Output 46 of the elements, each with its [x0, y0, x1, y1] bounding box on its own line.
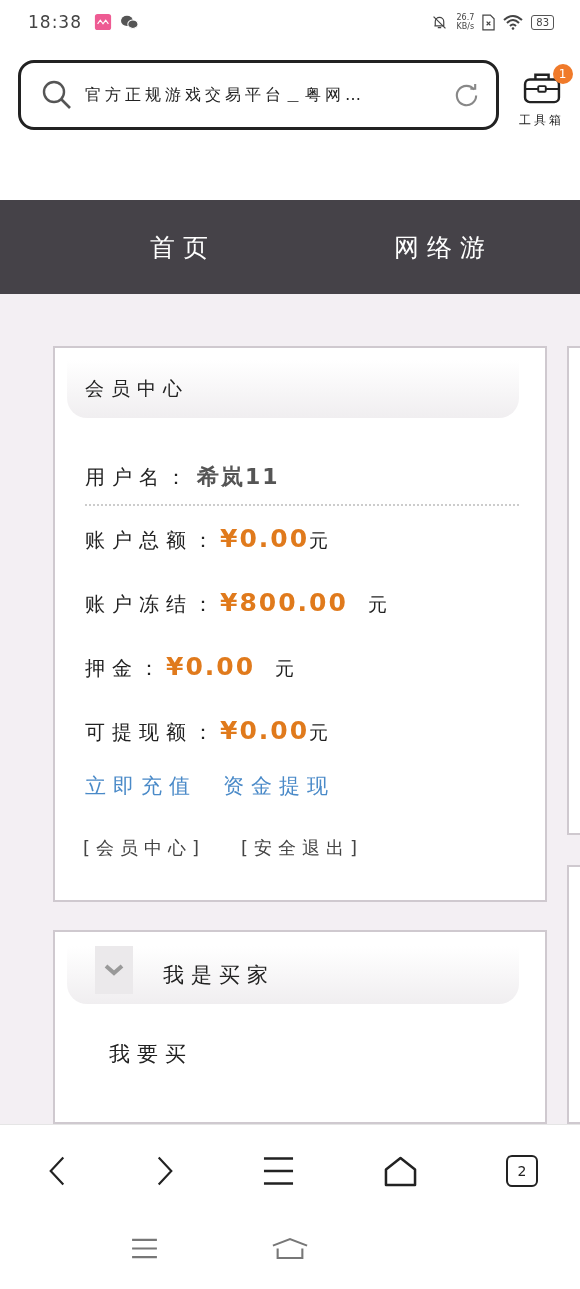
chat-icon: [120, 13, 139, 31]
address-bar[interactable]: 官方正规游戏交易平台＿粤网…: [18, 60, 499, 130]
collapse-toggle[interactable]: [95, 946, 133, 994]
card-title: 会员中心: [85, 376, 189, 401]
username: 希岚11: [197, 463, 280, 491]
balance-label: 账户冻结：: [85, 591, 220, 618]
currency-unit: 元: [309, 528, 329, 553]
forward-icon[interactable]: [155, 1155, 174, 1187]
balance-amount: ¥0.00: [220, 524, 310, 553]
menu-icon[interactable]: [263, 1156, 294, 1186]
action-link[interactable]: 资金提现: [223, 772, 335, 800]
page-title: 官方正规游戏交易平台＿粤网…: [85, 84, 366, 106]
balance-amount: ¥800.00: [220, 588, 348, 617]
action-link[interactable]: 立即充值: [85, 772, 197, 800]
balance-label: 账户总额：: [85, 527, 220, 554]
currency-unit: 元: [309, 720, 329, 745]
notification-badge: 1: [552, 63, 573, 84]
nav-tab[interactable]: 网络游: [394, 230, 493, 264]
toolbox-icon: [522, 71, 561, 104]
currency-unit: 元: [275, 656, 295, 681]
nav-tab[interactable]: 首页: [150, 230, 216, 264]
back-icon[interactable]: [48, 1155, 66, 1187]
tab-count-button[interactable]: 2: [506, 1155, 538, 1187]
footer-link[interactable]: [安全退出]: [241, 836, 364, 860]
chevron-down-icon: [104, 964, 124, 976]
sim-card-icon: [482, 13, 496, 31]
menu-item[interactable]: 我要买: [109, 1040, 519, 1068]
app-icon: [94, 13, 112, 31]
refresh-icon[interactable]: [453, 81, 480, 109]
card-title: 我是买家: [163, 962, 275, 989]
net-unit: KB/s: [456, 22, 475, 31]
home-icon[interactable]: [383, 1155, 417, 1187]
toolbox-button[interactable]: 1 工具箱: [511, 59, 578, 131]
balance-amount: ¥0.00: [220, 716, 310, 745]
balance-label: 可提现额：: [85, 719, 220, 746]
battery-indicator: 83: [531, 14, 554, 30]
wifi-icon: [503, 14, 524, 30]
balance-label: 押金：: [85, 655, 166, 682]
currency-unit: 元: [367, 592, 387, 617]
search-icon: [41, 79, 73, 111]
footer-link[interactable]: [会员中心]: [83, 836, 206, 860]
username-label: 用户名：: [85, 464, 193, 491]
net-speed: 26.7: [456, 13, 475, 22]
recent-apps-icon[interactable]: [131, 1237, 158, 1259]
status-time: 18:38: [28, 12, 82, 32]
balance-amount: ¥0.00: [166, 652, 256, 681]
